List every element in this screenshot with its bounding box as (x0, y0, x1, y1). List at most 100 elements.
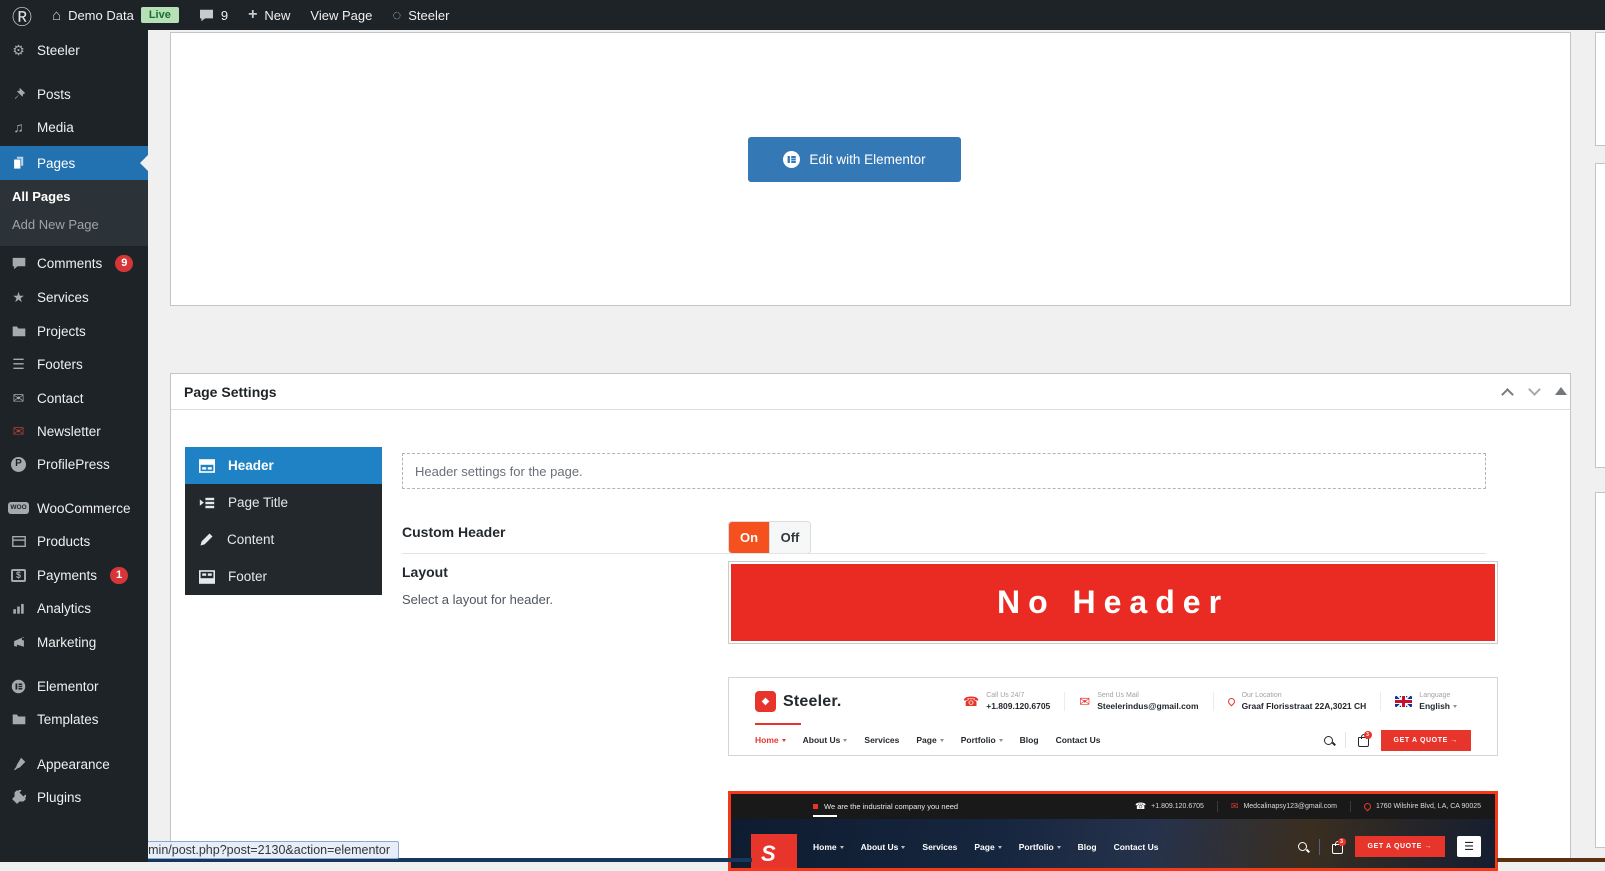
location-icon (1226, 697, 1236, 707)
move-up-icon[interactable] (1501, 388, 1514, 401)
edit-with-elementor-button[interactable]: Edit with Elementor (748, 137, 961, 182)
tab-page-title[interactable]: Page Title (185, 484, 382, 521)
adminbar-comments[interactable]: 9 (199, 8, 228, 23)
toggle-on-button[interactable]: On (729, 522, 769, 553)
info-title: Our Location (1242, 692, 1367, 699)
sidebar-item-steeler[interactable]: ⚙Steeler (0, 38, 148, 62)
cart-icon: 3 (1332, 844, 1343, 854)
sidebar-item-profilepress[interactable]: PProfilePress (0, 452, 148, 476)
steeler-dark-logo: S (751, 834, 797, 871)
nav-contact: Contact Us (1114, 842, 1159, 852)
chevron-down-icon (940, 739, 944, 744)
tab-footer[interactable]: Footer (185, 558, 382, 595)
bottom-strip (1497, 858, 1605, 862)
sidebar-item-plugins[interactable]: Plugins (0, 785, 148, 809)
pages-icon (9, 156, 28, 170)
bar-chart-icon (9, 602, 28, 615)
divider (1217, 801, 1218, 812)
chevron-down-icon (998, 846, 1002, 851)
side-panel-edge (1595, 492, 1605, 848)
layout-option-dark-header[interactable]: We are the industrial company you need ☎… (728, 791, 1498, 871)
header-layout-icon (199, 459, 215, 473)
sidebar-item-newsletter[interactable]: ✉Newsletter (0, 419, 148, 443)
nav-page: Page (916, 735, 943, 745)
view-page-label: View Page (310, 8, 372, 23)
collapse-toggle-icon[interactable] (1555, 387, 1567, 395)
sidebar-item-woocommerce[interactable]: WOOWooCommerce (0, 496, 148, 520)
sidebar-label: Payments (37, 568, 97, 583)
editor-postbox: Edit with Elementor (170, 32, 1571, 306)
layout-option-light-header[interactable]: ◆ Steeler. ☎ Call Us 24/7 +1.809.120.670… (728, 677, 1498, 756)
adminbar-view-page[interactable]: View Page (310, 8, 372, 23)
sidebar-item-contact[interactable]: ✉Contact (0, 386, 148, 410)
sidebar-item-analytics[interactable]: Analytics (0, 596, 148, 620)
sidebar-item-services[interactable]: ★Services (0, 285, 148, 309)
toggle-off-button[interactable]: Off (769, 522, 810, 553)
pushpin-icon (9, 87, 28, 101)
mail-icon: ✉ (1079, 695, 1090, 708)
layout-option-no-header[interactable]: No Header (728, 561, 1498, 644)
divider (1345, 732, 1346, 748)
divider (1319, 839, 1320, 855)
chevron-down-icon (843, 739, 847, 744)
sidebar-item-pages[interactable]: Pages (0, 146, 148, 180)
nav-about: About Us (861, 842, 906, 852)
sidebar-label: Projects (37, 324, 86, 339)
chevron-down-icon (1453, 705, 1457, 710)
megaphone-icon (9, 636, 28, 649)
tab-label: Page Title (228, 495, 288, 510)
preview-nav: Home About Us Services Page Portfolio Bl… (813, 842, 1158, 852)
info-title: Send Us Mail (1097, 692, 1198, 699)
section-divider (402, 553, 1486, 554)
live-badge: Live (141, 7, 179, 23)
site-name-menu[interactable]: ⌂ Demo Data Live (52, 7, 179, 23)
wordpress-logo-icon[interactable]: Ⓡ (12, 1, 32, 30)
sidebar-item-elementor[interactable]: Elementor (0, 674, 148, 698)
sidebar-item-projects[interactable]: Projects (0, 319, 148, 343)
info-title: Language (1419, 692, 1457, 699)
chevron-down-icon (840, 846, 844, 851)
payments-badge: 1 (110, 567, 128, 584)
nav-about: About Us (803, 735, 848, 745)
tab-label: Footer (228, 569, 267, 584)
sidebar-label: Elementor (37, 679, 99, 694)
header-settings-description: Header settings for the page. (402, 453, 1486, 489)
pencil-icon (199, 532, 214, 547)
submenu-label: All Pages (12, 189, 71, 204)
sidebar-item-templates[interactable]: Templates (0, 707, 148, 731)
get-a-quote-button: GET A QUOTE → (1355, 836, 1445, 857)
page-settings-tabs: Header Page Title Content Footer (185, 447, 382, 595)
sidebar-subitem-all-pages[interactable]: All Pages (0, 185, 148, 207)
tab-header[interactable]: Header (185, 447, 382, 484)
brush-icon (9, 757, 28, 771)
site-name-label: Demo Data (68, 8, 134, 23)
move-down-icon[interactable] (1528, 383, 1541, 396)
chevron-down-icon (901, 846, 905, 851)
side-panel-edge (1595, 32, 1605, 146)
nav-services: Services (922, 842, 957, 852)
chevron-down-icon (999, 739, 1003, 744)
layout-label: Layout (402, 564, 448, 580)
comments-icon (9, 257, 28, 270)
folder-icon (9, 325, 28, 337)
sidebar-item-posts[interactable]: Posts (0, 82, 148, 106)
sidebar-item-marketing[interactable]: Marketing (0, 630, 148, 654)
no-header-banner: No Header (731, 564, 1495, 641)
submenu-label: Add New Page (12, 217, 99, 232)
tab-content[interactable]: Content (185, 521, 382, 558)
adminbar-new[interactable]: + New (248, 6, 290, 24)
accent-dot-icon (813, 804, 818, 809)
nav-blog: Blog (1020, 735, 1039, 745)
adminbar-site-shortcut[interactable]: ◌ Steeler (392, 8, 449, 23)
sidebar-item-products[interactable]: Products (0, 529, 148, 553)
sidebar-item-comments[interactable]: Comments9 (0, 251, 148, 275)
sidebar-item-payments[interactable]: $Payments1 (0, 563, 148, 587)
sidebar-subitem-add-new-page[interactable]: Add New Page (0, 213, 148, 235)
sidebar-item-appearance[interactable]: Appearance (0, 752, 148, 776)
comments-badge: 9 (115, 255, 133, 272)
sidebar-item-media[interactable]: ♫Media (0, 115, 148, 139)
profilepress-icon: P (9, 457, 28, 472)
page-settings-header[interactable]: Page Settings (171, 374, 1570, 410)
sidebar-item-footers[interactable]: ☰Footers (0, 352, 148, 376)
footer-layout-icon (199, 570, 215, 584)
